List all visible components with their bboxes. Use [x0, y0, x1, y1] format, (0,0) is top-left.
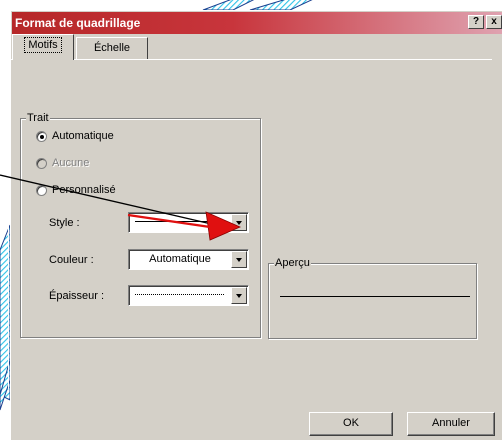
radio-automatique-label: Automatique: [52, 130, 114, 142]
help-button[interactable]: ?: [468, 15, 484, 29]
chevron-down-icon[interactable]: [231, 214, 247, 231]
trait-group-label: Trait: [26, 112, 50, 125]
chevron-down-icon[interactable]: [231, 251, 247, 268]
tab-motifs[interactable]: Motifs: [12, 34, 74, 60]
couleur-combo[interactable]: Automatique: [128, 249, 249, 270]
ok-button[interactable]: OK: [309, 412, 393, 436]
screenshot-stage: Format de quadrillage ? x Motifs Échelle…: [0, 0, 502, 440]
couleur-value: Automatique: [149, 253, 211, 265]
style-label: Style :: [49, 217, 80, 229]
cancel-button[interactable]: Annuler: [407, 412, 495, 436]
apercu-preview-line: [280, 296, 470, 297]
title-bar[interactable]: Format de quadrillage ? x: [12, 12, 502, 34]
epaisseur-label: Épaisseur :: [49, 290, 105, 302]
radio-aucune-button[interactable]: [36, 157, 47, 169]
radio-aucune-label: Aucune: [52, 157, 90, 169]
dialog-title: Format de quadrillage: [15, 16, 141, 30]
apercu-group-label: Aperçu: [274, 257, 311, 270]
chevron-down-icon[interactable]: [231, 287, 247, 304]
tab-echelle[interactable]: Échelle: [76, 37, 148, 59]
couleur-label: Couleur :: [49, 254, 94, 266]
epaisseur-combo[interactable]: [128, 285, 249, 306]
style-combo[interactable]: [128, 212, 249, 233]
tab-motifs-label: Motifs: [24, 37, 62, 53]
radio-aucune[interactable]: Aucune: [36, 157, 89, 169]
radio-personnalise[interactable]: Personnalisé: [36, 184, 116, 196]
radio-personnalise-label: Personnalisé: [52, 184, 116, 196]
close-button[interactable]: x: [486, 15, 502, 29]
style-line-preview: [135, 221, 224, 222]
tab-echelle-label: Échelle: [93, 42, 131, 54]
radio-personnalise-button[interactable]: [36, 184, 47, 196]
epaisseur-line-preview: [135, 294, 224, 295]
radio-automatique-button[interactable]: [36, 130, 47, 142]
radio-automatique[interactable]: Automatique: [36, 130, 114, 142]
apercu-group: Aperçu: [268, 257, 477, 339]
